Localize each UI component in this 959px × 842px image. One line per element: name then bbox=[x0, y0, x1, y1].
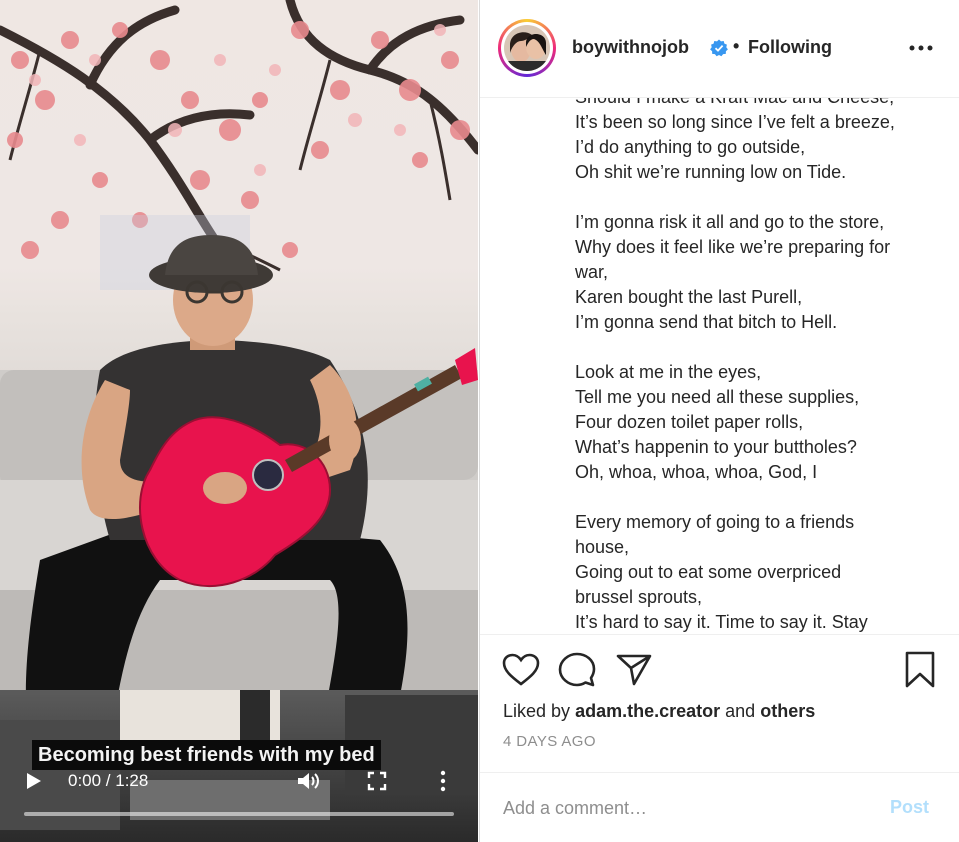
lyrics-line: Should I make a Kraft Mac and Cheese, bbox=[575, 98, 945, 110]
lyrics-line: Every memory of going to a friends bbox=[575, 512, 855, 532]
following-button[interactable]: Following bbox=[748, 37, 832, 58]
lyrics-line: Four dozen toilet paper rolls, bbox=[575, 412, 804, 432]
lyrics-line: war, bbox=[575, 262, 609, 282]
more-vertical-icon[interactable] bbox=[438, 770, 448, 792]
bookmark-icon[interactable] bbox=[904, 651, 936, 689]
video-progress-bar[interactable] bbox=[24, 812, 454, 816]
lyrics-line: It’s been so long since I’ve felt a bree… bbox=[575, 112, 895, 132]
liked-by-text: Liked by adam.the.creator and others bbox=[503, 701, 816, 721]
lyrics-line: It’s hard to say it. Time to say it. Sta… bbox=[575, 612, 868, 632]
post-comment-button[interactable]: Post bbox=[890, 797, 929, 818]
liked-by-user-link[interactable]: adam.the.creator bbox=[575, 701, 720, 721]
post-video[interactable]: Becoming best friends with my bed 0:00 /… bbox=[0, 0, 478, 842]
liked-by-others-link[interactable]: others bbox=[760, 701, 815, 721]
post-caption-scroll[interactable]: Should I make a Kraft Mac and Cheese, It’… bbox=[480, 98, 959, 634]
video-time: 0:00 / 1:28 bbox=[68, 771, 149, 790]
post-date[interactable]: 4 DAYS AGO bbox=[503, 733, 596, 750]
comment-icon[interactable] bbox=[558, 652, 596, 688]
lyrics-line: brussel sprouts, bbox=[575, 587, 703, 607]
lyrics-line: What’s happenin to your buttholes? bbox=[575, 437, 857, 457]
verified-badge-icon bbox=[710, 39, 728, 57]
lyrics-line: Karen bought the last Purell, bbox=[575, 287, 803, 307]
lyrics-line: Look at me in the eyes, bbox=[575, 362, 762, 382]
more-options-icon[interactable] bbox=[908, 38, 934, 58]
header-separator: • bbox=[733, 36, 740, 56]
lyrics-line: Why does it feel like we’re preparing fo… bbox=[575, 237, 891, 257]
play-icon[interactable] bbox=[26, 772, 42, 790]
username[interactable]: boywithnojob bbox=[572, 37, 689, 58]
lyrics-line: house, bbox=[575, 537, 630, 557]
lyrics-line: Going out to eat some overpriced bbox=[575, 562, 842, 582]
lyrics-line: I’m gonna send that bitch to Hell. bbox=[575, 312, 838, 332]
lyrics-stanza: Should I make a Kraft Mac and Cheese, It’… bbox=[575, 98, 945, 185]
post-header: boywithnojob • Following bbox=[480, 0, 959, 98]
volume-icon[interactable] bbox=[296, 770, 320, 792]
lyrics-line: I’m gonna risk it all and go to the stor… bbox=[575, 212, 885, 232]
lyrics-line: Tell me you need all these supplies, bbox=[575, 387, 860, 407]
video-controls: 0:00 / 1:28 bbox=[0, 764, 478, 842]
heart-icon[interactable] bbox=[502, 653, 540, 687]
lyrics-line: Oh, whoa, whoa, whoa, God, I bbox=[575, 462, 818, 482]
share-icon[interactable] bbox=[616, 653, 652, 687]
fullscreen-icon[interactable] bbox=[367, 771, 387, 791]
comment-input[interactable] bbox=[503, 795, 863, 821]
lyrics-line: Oh shit we’re running low on Tide. bbox=[575, 162, 847, 182]
post-details-panel: boywithnojob • Following Should I make a… bbox=[479, 0, 959, 842]
post-actions: Liked by adam.the.creator and others 4 D… bbox=[480, 634, 959, 764]
avatar[interactable] bbox=[498, 19, 556, 77]
lyrics-line: I’d do anything to go outside, bbox=[575, 137, 806, 157]
lyrics-stanza: Look at me in the eyes, Tell me you need … bbox=[575, 360, 945, 485]
lyrics-stanza: I’m gonna risk it all and go to the stor… bbox=[575, 210, 945, 335]
profile-photo bbox=[504, 25, 550, 71]
lyrics-stanza: Every memory of going to a friends house,… bbox=[575, 510, 945, 634]
comment-bar: Post bbox=[480, 772, 959, 842]
musician-with-guitar bbox=[25, 235, 478, 740]
post-caption: Should I make a Kraft Mac and Cheese, It’… bbox=[575, 98, 945, 634]
